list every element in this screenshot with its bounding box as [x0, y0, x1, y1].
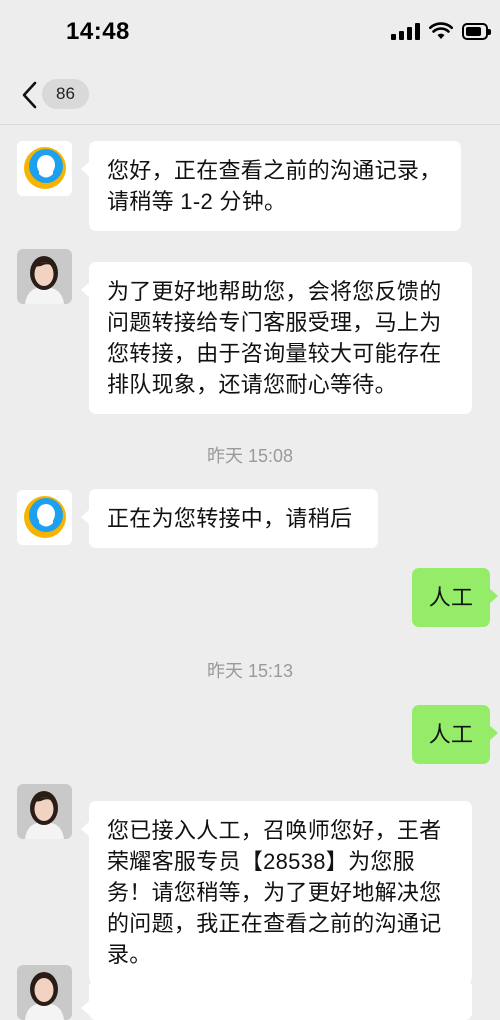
- battery-icon: [462, 22, 491, 40]
- agent-avatar[interactable]: [17, 965, 72, 1020]
- outgoing-message-bubble[interactable]: 人工: [412, 568, 498, 627]
- agent-photo-icon: [17, 784, 72, 839]
- qq-bot-icon: [17, 141, 72, 196]
- message-bubble[interactable]: 为了更好地帮助您，会将您反馈的问题转接给专门客服受理，马上为您转接，由于咨询量较…: [81, 262, 472, 414]
- qq-bot-avatar[interactable]: [17, 490, 72, 545]
- status-time: 14:48: [66, 18, 130, 45]
- agent-avatar[interactable]: [17, 249, 72, 304]
- message-bubble-partial[interactable]: [81, 980, 472, 1020]
- status-icons: [391, 22, 491, 40]
- signal-icon: [391, 22, 420, 40]
- agent-photo-icon: [17, 965, 72, 1020]
- timestamp: 昨天 15:08: [206, 446, 294, 466]
- wifi-icon: [429, 22, 453, 39]
- back-chevron-icon[interactable]: [18, 80, 42, 110]
- message-bubble[interactable]: 您已接入人工，召唤师您好，王者荣耀客服专员【28538】为您服务！请您稍等，为了…: [81, 801, 472, 984]
- qq-bot-avatar[interactable]: [17, 141, 72, 196]
- chat-message-list[interactable]: 您好，正在查看之前的沟通记录，请稍等 1-2 分钟。 为了更好地帮助您，会将您反…: [0, 125, 500, 1020]
- message-bubble[interactable]: 正在为您转接中，请稍后: [81, 489, 378, 548]
- status-bar: 14:48: [0, 0, 500, 66]
- agent-avatar[interactable]: [17, 784, 72, 839]
- timestamp: 昨天 15:13: [206, 661, 294, 681]
- agent-photo-icon: [17, 249, 72, 304]
- qq-bot-icon: [17, 490, 72, 545]
- outgoing-message-bubble[interactable]: 人工: [412, 705, 498, 764]
- message-bubble[interactable]: 您好，正在查看之前的沟通记录，请稍等 1-2 分钟。: [81, 141, 461, 231]
- unread-count-badge[interactable]: 86: [42, 79, 89, 109]
